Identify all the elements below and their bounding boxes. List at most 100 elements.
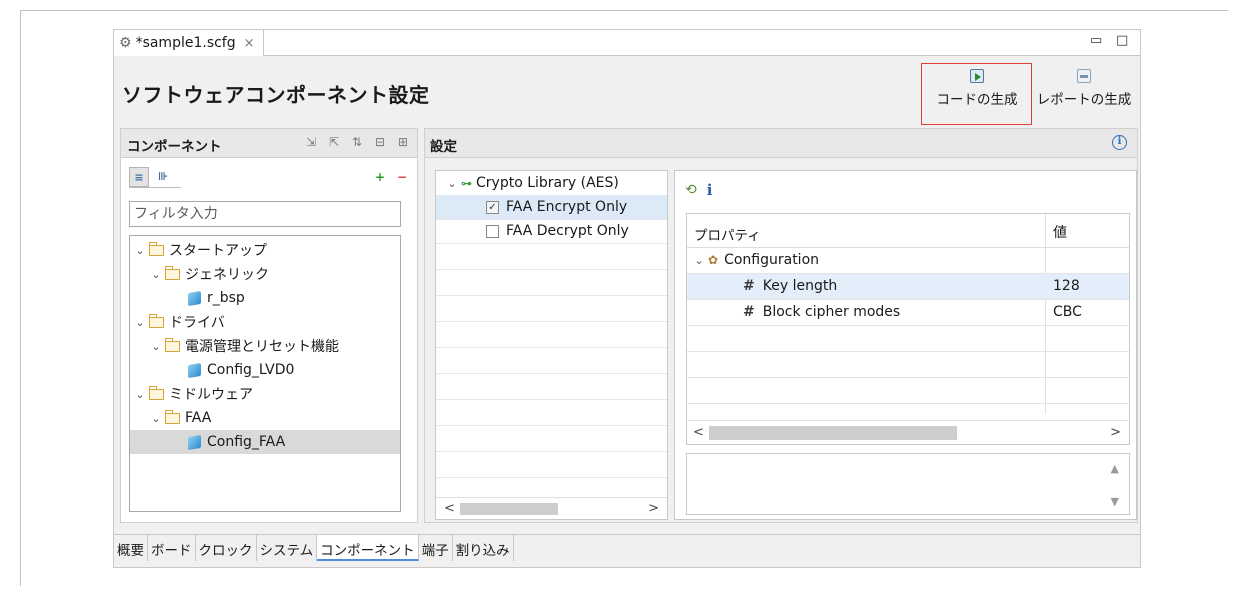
property-description-box: ▲ ▼: [686, 453, 1130, 515]
generate-report-button[interactable]: レポートの生成: [1032, 63, 1136, 115]
info-icon[interactable]: i: [1112, 135, 1127, 150]
scroll-up-icon[interactable]: ▲: [1111, 462, 1119, 475]
expand-all-icon[interactable]: ⊞: [395, 135, 411, 149]
component-icon: [188, 290, 201, 306]
minimize-button[interactable]: ▭: [1090, 33, 1102, 48]
property-row-empty: [687, 378, 1129, 404]
chevron-down-icon[interactable]: ⌄: [446, 177, 458, 190]
folder-icon: [164, 337, 180, 352]
tree-node-faa[interactable]: ⌄ FAA: [130, 406, 400, 430]
chevron-down-icon[interactable]: ⌄: [134, 244, 146, 257]
property-value[interactable]: 128: [1053, 278, 1080, 294]
property-value[interactable]: CBC: [1053, 304, 1082, 320]
view-mode-tabs: ≡ ⊪: [129, 167, 181, 188]
generate-code-button[interactable]: コードの生成: [926, 63, 1028, 115]
settings-panel-title: 設定: [430, 139, 457, 155]
scroll-left-icon[interactable]: <: [444, 501, 455, 516]
tree-node-power-reset[interactable]: ⌄ 電源管理とリセット機能: [130, 334, 400, 358]
list-root-crypto-library[interactable]: ⌄ ⊶ Crypto Library (AES): [436, 171, 667, 195]
property-row-empty: [687, 326, 1129, 352]
list-item-label: FAA Decrypt Only: [506, 223, 629, 239]
restore-default-icon[interactable]: ⟲: [685, 182, 697, 198]
list-root-label: Crypto Library (AES): [476, 175, 619, 191]
checkbox-checked-icon[interactable]: ✓: [486, 200, 499, 214]
tab-pins[interactable]: 端子: [418, 535, 453, 561]
tab-components[interactable]: コンポーネント: [317, 535, 419, 561]
scroll-right-icon[interactable]: >: [1110, 425, 1121, 440]
property-row-empty: [687, 352, 1129, 378]
list-item-decrypt-only[interactable]: FAA Decrypt Only: [436, 219, 667, 243]
folder-icon: [164, 409, 180, 424]
collapse-all-icon[interactable]: ⊟: [372, 135, 388, 149]
tree-node-config-faa[interactable]: Config_FAA: [130, 430, 400, 454]
tree-node-r-bsp[interactable]: r_bsp: [130, 286, 400, 310]
tree-node-drivers[interactable]: ⌄ ドライバ: [130, 310, 400, 334]
tree-node-label: Config_LVD0: [207, 362, 295, 378]
close-icon[interactable]: ×: [244, 36, 255, 51]
tab-overview[interactable]: 概要: [114, 535, 148, 561]
component-icon: [188, 434, 201, 450]
generate-report-icon: [1077, 69, 1091, 83]
chevron-down-icon[interactable]: ⌄: [134, 316, 146, 329]
hierarchy-view-icon[interactable]: ⊪: [153, 167, 173, 187]
tab-system[interactable]: システム: [256, 535, 318, 561]
chevron-down-icon[interactable]: ⌄: [150, 268, 162, 281]
tab-board[interactable]: ボード: [148, 535, 196, 561]
configuration-icon: ✿: [708, 253, 719, 267]
tree-node-label: ジェネリック: [185, 267, 269, 283]
maximize-button[interactable]: □: [1116, 33, 1128, 48]
bottom-tab-bar: 概要 ボード クロック システム コンポーネント 端子 割り込み: [114, 534, 1140, 564]
config-list-panel: ⌄ ⊶ Crypto Library (AES) ✓ FAA Encrypt O…: [435, 170, 668, 520]
property-row-key-length[interactable]: # Key length 128: [687, 274, 1129, 300]
tree-node-config-lvd0[interactable]: Config_LVD0: [130, 358, 400, 382]
scrollbar-thumb[interactable]: [460, 503, 558, 515]
property-name: Block cipher modes: [762, 304, 901, 320]
components-panel: ≡ ⊪ + − ⌄ スタートアップ ⌄ ジェネリック r_bsp: [120, 158, 418, 523]
chevron-down-icon[interactable]: ⌄: [134, 388, 146, 401]
settings-panel: ⌄ ⊶ Crypto Library (AES) ✓ FAA Encrypt O…: [424, 158, 1138, 523]
scroll-left-icon[interactable]: <: [693, 425, 704, 440]
list-item-encrypt-only[interactable]: ✓ FAA Encrypt Only: [436, 195, 667, 219]
tree-node-label: ドライバ: [169, 315, 225, 331]
chevron-down-icon[interactable]: ⌄: [150, 340, 162, 353]
tab-interrupts[interactable]: 割り込み: [452, 535, 514, 561]
checkbox-unchecked-icon[interactable]: [486, 224, 499, 238]
hash-icon: #: [743, 278, 755, 294]
export-icon[interactable]: ⇱: [326, 135, 342, 149]
chevron-down-icon[interactable]: ⌄: [693, 254, 705, 267]
property-group-configuration[interactable]: ⌄ ✿ Configuration: [687, 248, 1129, 274]
sort-icon[interactable]: ⇅: [349, 135, 365, 149]
editor-window: ⚙ *sample1.scfg × ▭ □ ソフトウェアコンポーネント設定 コー…: [113, 29, 1141, 568]
tree-node-middleware[interactable]: ⌄ ミドルウェア: [130, 382, 400, 406]
tab-clock[interactable]: クロック: [195, 535, 257, 561]
generate-report-label: レポートの生成: [1036, 92, 1132, 108]
category-view-icon[interactable]: ≡: [129, 167, 149, 187]
tree-node-label: Config_FAA: [207, 434, 286, 450]
scrollbar-thumb[interactable]: [709, 426, 957, 440]
property-panel: ⟲ i プロパティ 値 ⌄ ✿ Configuration # Key leng…: [674, 170, 1137, 520]
remove-component-icon[interactable]: −: [395, 170, 409, 184]
folder-icon: [148, 241, 164, 256]
property-row-block-cipher-modes[interactable]: # Block cipher modes CBC: [687, 300, 1129, 326]
add-component-icon[interactable]: +: [373, 170, 387, 184]
property-info-icon[interactable]: i: [707, 181, 713, 199]
folder-icon: [148, 385, 164, 400]
import-icon[interactable]: ⇲: [303, 135, 319, 149]
tree-node-startup[interactable]: ⌄ スタートアップ: [130, 238, 400, 262]
folder-icon: [148, 313, 164, 328]
property-horizontal-scrollbar[interactable]: < >: [687, 420, 1129, 444]
component-icon: [188, 362, 201, 378]
folder-icon: [164, 265, 180, 280]
chevron-down-icon[interactable]: ⌄: [150, 412, 162, 425]
tree-node-generic[interactable]: ⌄ ジェネリック: [130, 262, 400, 286]
tree-node-label: r_bsp: [207, 290, 245, 306]
page-title: ソフトウェアコンポーネント設定: [122, 83, 430, 107]
editor-tab-bar: ⚙ *sample1.scfg × ▭ □: [114, 30, 1140, 56]
scroll-right-icon[interactable]: >: [648, 501, 659, 516]
scroll-down-icon[interactable]: ▼: [1111, 495, 1119, 508]
editor-tab[interactable]: ⚙ *sample1.scfg ×: [114, 30, 264, 56]
property-name: Key length: [762, 278, 838, 294]
filter-input[interactable]: [129, 201, 401, 227]
gear-icon: ⚙: [119, 35, 132, 51]
list-horizontal-scrollbar[interactable]: < >: [436, 497, 667, 519]
